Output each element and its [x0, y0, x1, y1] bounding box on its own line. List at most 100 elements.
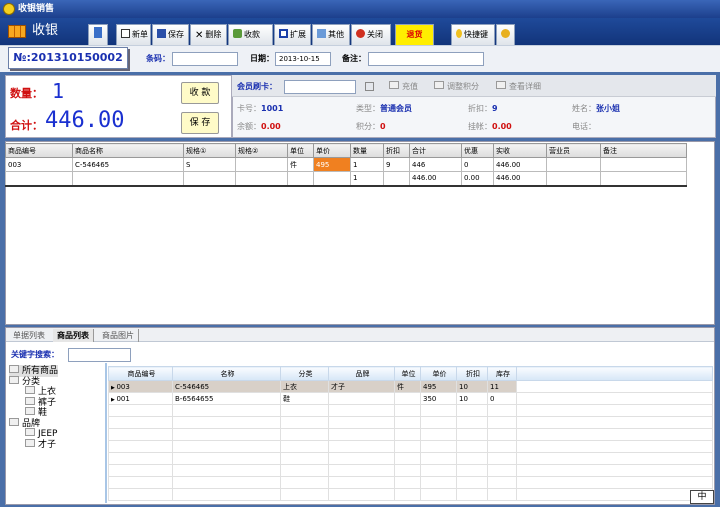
- table-cell[interactable]: [172, 476, 281, 489]
- table-cell[interactable]: [394, 488, 421, 501]
- table-cell[interactable]: [280, 464, 329, 477]
- ime-indicator[interactable]: 中: [690, 490, 714, 504]
- table-cell[interactable]: [394, 452, 421, 465]
- table-cell[interactable]: [394, 440, 421, 453]
- table-cell[interactable]: C-546465: [72, 157, 184, 172]
- view-detail-button[interactable]: 查看详细: [496, 80, 541, 94]
- product-row[interactable]: [108, 488, 713, 501]
- table-cell[interactable]: [328, 428, 395, 441]
- table-cell[interactable]: [487, 440, 517, 453]
- table-cell[interactable]: 0: [487, 392, 517, 405]
- calculator-button[interactable]: [88, 24, 108, 45]
- column-header[interactable]: 商品编号: [108, 366, 173, 381]
- table-cell[interactable]: [280, 440, 329, 453]
- table-cell[interactable]: B-6564655: [172, 392, 281, 405]
- column-header[interactable]: 名称: [172, 366, 281, 381]
- new-button[interactable]: 新单: [116, 24, 151, 45]
- table-cell[interactable]: [108, 476, 173, 489]
- table-cell[interactable]: [172, 428, 281, 441]
- product-row[interactable]: [108, 404, 713, 417]
- table-cell[interactable]: [280, 404, 329, 417]
- table-cell[interactable]: ▶ 001: [108, 392, 173, 405]
- table-cell[interactable]: 9: [383, 157, 410, 172]
- table-cell[interactable]: [487, 428, 517, 441]
- table-cell[interactable]: [172, 464, 281, 477]
- table-cell[interactable]: [420, 440, 457, 453]
- table-cell[interactable]: [456, 404, 488, 417]
- table-cell[interactable]: [516, 488, 713, 501]
- table-cell[interactable]: [328, 488, 395, 501]
- product-row[interactable]: [108, 428, 713, 441]
- column-header[interactable]: 库存: [487, 366, 517, 381]
- tab-order-list[interactable]: 单据列表: [9, 329, 49, 342]
- table-cell[interactable]: 10: [456, 392, 488, 405]
- table-cell[interactable]: [280, 416, 329, 429]
- table-cell[interactable]: S: [183, 157, 236, 172]
- table-cell[interactable]: [456, 464, 488, 477]
- table-cell[interactable]: [420, 488, 457, 501]
- table-cell[interactable]: [108, 416, 173, 429]
- table-cell[interactable]: [516, 404, 713, 417]
- save-button[interactable]: 保存: [152, 24, 189, 45]
- table-cell[interactable]: 1: [350, 157, 384, 172]
- table-cell[interactable]: [516, 464, 713, 477]
- table-cell[interactable]: [420, 464, 457, 477]
- table-cell[interactable]: [328, 464, 395, 477]
- tab-product-image[interactable]: 商品图片: [98, 329, 139, 342]
- column-header[interactable]: 实收: [493, 143, 547, 158]
- table-cell[interactable]: [280, 488, 329, 501]
- table-cell[interactable]: [394, 392, 421, 405]
- table-cell[interactable]: [108, 452, 173, 465]
- column-header[interactable]: 合计: [409, 143, 462, 158]
- table-cell[interactable]: [456, 476, 488, 489]
- table-cell[interactable]: [172, 404, 281, 417]
- table-cell[interactable]: [516, 440, 713, 453]
- table-cell[interactable]: 10: [456, 380, 488, 393]
- column-header[interactable]: 备注: [600, 143, 687, 158]
- refund-button[interactable]: 退货: [395, 24, 434, 45]
- product-row[interactable]: ▶ 003 C-546465 上衣 才子件 495 10 11: [108, 380, 713, 393]
- table-cell[interactable]: C-546465: [172, 380, 281, 393]
- column-header[interactable]: 营业员: [546, 143, 601, 158]
- column-header[interactable]: 折扣: [383, 143, 410, 158]
- product-row[interactable]: ▶ 001 B-6564655 鞋 350 10 0: [108, 392, 713, 405]
- table-cell[interactable]: [516, 428, 713, 441]
- table-cell[interactable]: 11: [487, 380, 517, 393]
- table-cell[interactable]: [516, 416, 713, 429]
- table-cell[interactable]: [394, 428, 421, 441]
- table-cell[interactable]: [516, 380, 713, 393]
- table-cell[interactable]: [420, 452, 457, 465]
- column-header[interactable]: 折扣: [456, 366, 488, 381]
- column-header[interactable]: 单位: [287, 143, 314, 158]
- save-order-button[interactable]: 保 存: [181, 112, 219, 134]
- column-header[interactable]: 规格②: [235, 143, 288, 158]
- table-cell[interactable]: [487, 452, 517, 465]
- note-input[interactable]: [368, 52, 484, 66]
- table-cell[interactable]: 446: [409, 157, 462, 172]
- keyword-search-input[interactable]: [68, 348, 131, 362]
- product-row[interactable]: [108, 452, 713, 465]
- table-cell[interactable]: [280, 452, 329, 465]
- tab-product-list[interactable]: 商品列表: [53, 329, 94, 342]
- collect-payment-button[interactable]: 收 款: [181, 82, 219, 104]
- table-cell[interactable]: [328, 416, 395, 429]
- help-button[interactable]: [496, 24, 515, 45]
- product-row[interactable]: [108, 440, 713, 453]
- sale-table[interactable]: 商品编号 商品名称 规格① 规格② 单位 单价 数量 折扣 合计 优惠 实收 营业员 备注 003 C-5…: [5, 143, 687, 187]
- table-cell[interactable]: [600, 157, 687, 172]
- close-button[interactable]: 关闭: [351, 24, 391, 45]
- table-cell[interactable]: [456, 416, 488, 429]
- table-cell[interactable]: 才子: [328, 380, 395, 393]
- table-cell[interactable]: [328, 404, 395, 417]
- table-cell[interactable]: [108, 428, 173, 441]
- table-cell[interactable]: [420, 404, 457, 417]
- table-cell[interactable]: [394, 404, 421, 417]
- table-cell[interactable]: [172, 452, 281, 465]
- product-row[interactable]: [108, 464, 713, 477]
- collect-button[interactable]: 收款: [228, 24, 273, 45]
- table-cell[interactable]: [487, 416, 517, 429]
- other-button[interactable]: 其他: [312, 24, 350, 45]
- column-header[interactable]: 商品名称: [72, 143, 184, 158]
- table-cell[interactable]: [328, 392, 395, 405]
- table-cell[interactable]: [280, 476, 329, 489]
